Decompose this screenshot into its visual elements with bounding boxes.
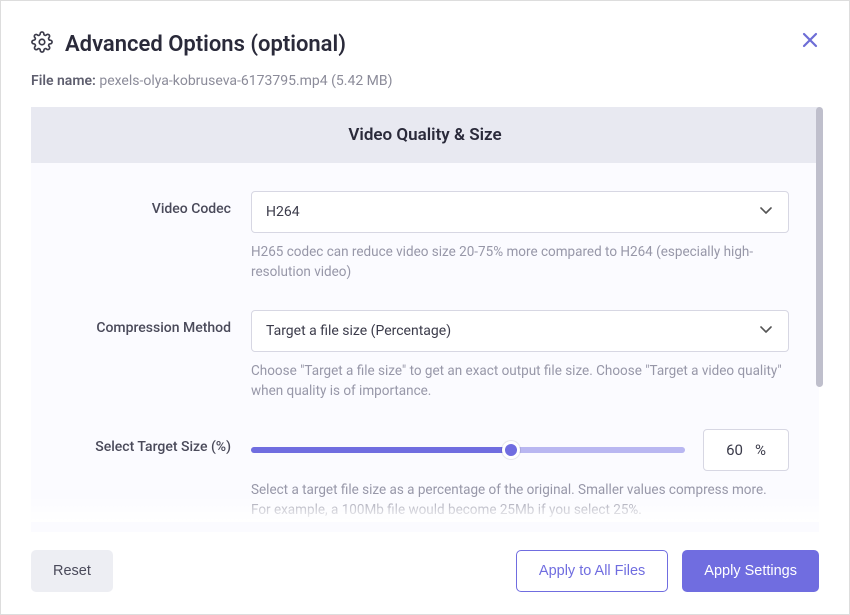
section-title: Video Quality & Size	[348, 125, 501, 145]
slider-thumb[interactable]	[502, 441, 520, 459]
helper-target-size: Select a target file size as a percentag…	[251, 481, 789, 520]
row-target-size: Select Target Size (%) 60 %	[61, 429, 789, 520]
target-size-input[interactable]: 60 %	[703, 429, 789, 471]
file-name-value: pexels-olya-kobruseva-6173795.mp4 (5.42 …	[99, 73, 392, 89]
label-compression-method: Compression Method	[61, 310, 231, 336]
modal-footer: Reset Apply to All Files Apply Settings	[1, 532, 849, 614]
close-icon	[801, 31, 819, 49]
section-header: Video Quality & Size	[31, 107, 819, 163]
advanced-options-modal: Advanced Options (optional) File name: p…	[0, 0, 850, 615]
apply-settings-button[interactable]: Apply Settings	[682, 550, 819, 592]
scrollbar-thumb[interactable]	[816, 107, 823, 387]
scroll-area: Video Quality & Size Video Codec H264 H2…	[31, 107, 819, 532]
select-video-codec-value: H264	[266, 204, 300, 220]
select-compression-method-value: Target a file size (Percentage)	[266, 323, 451, 339]
chevron-down-icon	[758, 202, 774, 222]
label-video-codec: Video Codec	[61, 191, 231, 217]
gear-icon	[31, 31, 53, 57]
reset-button[interactable]: Reset	[31, 550, 113, 592]
target-size-value: 60	[726, 441, 743, 459]
label-target-size: Select Target Size (%)	[61, 429, 231, 455]
close-button[interactable]	[801, 31, 819, 53]
row-compression-method: Compression Method Target a file size (P…	[61, 310, 789, 401]
target-size-unit: %	[755, 441, 766, 459]
apply-all-button[interactable]: Apply to All Files	[516, 550, 668, 592]
chevron-down-icon	[758, 321, 774, 341]
modal-title: Advanced Options (optional)	[65, 32, 346, 57]
helper-video-codec: H265 codec can reduce video size 20-75% …	[251, 243, 789, 282]
file-name-label: File name:	[31, 73, 96, 89]
select-compression-method[interactable]: Target a file size (Percentage)	[251, 310, 789, 352]
modal-header: Advanced Options (optional)	[1, 1, 849, 69]
select-video-codec[interactable]: H264	[251, 191, 789, 233]
target-size-slider[interactable]	[251, 447, 685, 453]
helper-compression-method: Choose "Target a file size" to get an ex…	[251, 362, 789, 401]
row-video-codec: Video Codec H264 H265 codec can reduce v…	[61, 191, 789, 282]
file-name-line: File name: pexels-olya-kobruseva-6173795…	[1, 69, 849, 107]
